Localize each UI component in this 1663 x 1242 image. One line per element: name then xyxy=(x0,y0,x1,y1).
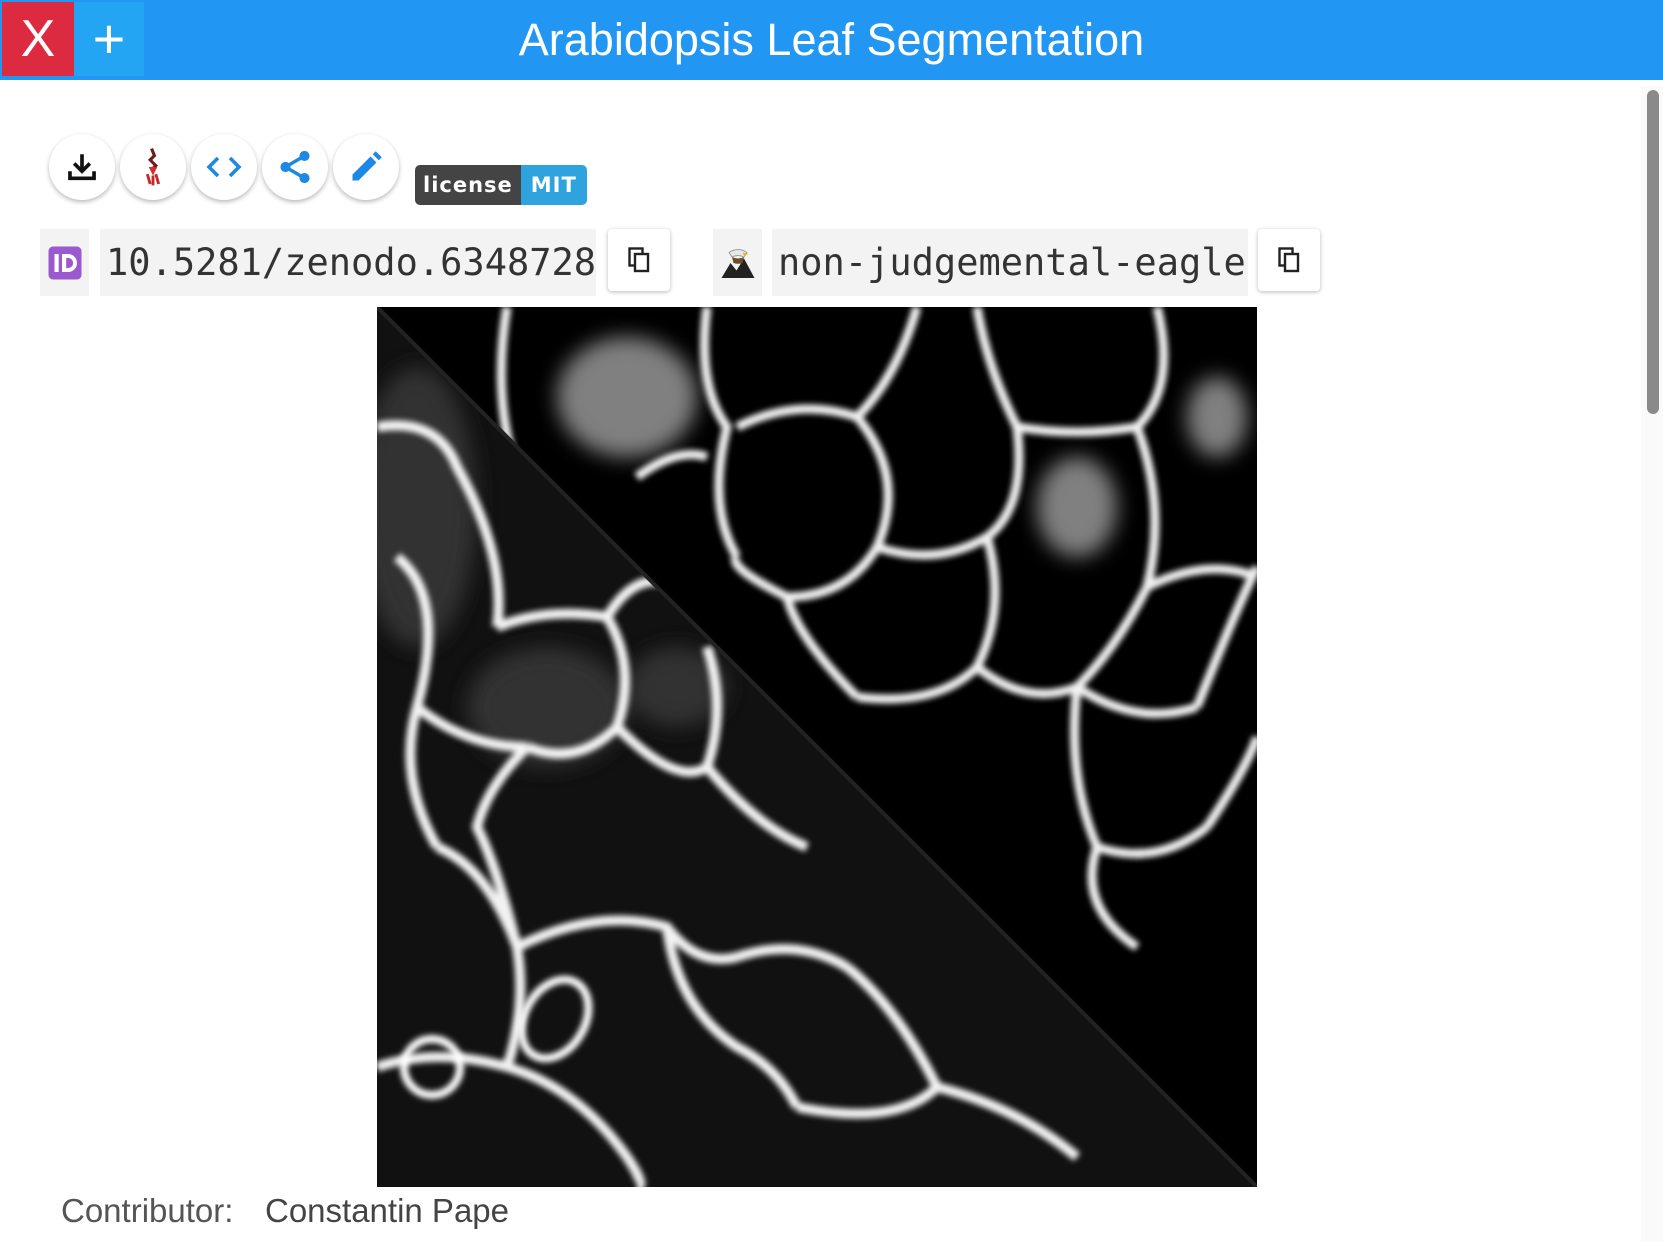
doi-text: 10.5281/zenodo.6348728 xyxy=(100,229,596,296)
copy-doi-button[interactable] xyxy=(608,229,670,291)
window-titlebar: X + Arabidopsis Leaf Segmentation xyxy=(0,0,1663,80)
doi-id-icon-box xyxy=(40,229,89,296)
cover-image[interactable] xyxy=(377,307,1257,1187)
edit-icon xyxy=(352,151,382,181)
copy-icon xyxy=(628,247,650,273)
cover-image-graphic xyxy=(377,307,1257,1187)
contributor-row: Contributor: Constantin Pape xyxy=(61,1192,509,1230)
contributor-label: Contributor: xyxy=(61,1192,234,1229)
share-button[interactable] xyxy=(262,134,328,200)
scrollbar[interactable] xyxy=(1641,86,1663,1242)
download-icon xyxy=(68,154,96,181)
copy-icon xyxy=(1278,247,1300,273)
close-button[interactable]: X xyxy=(2,2,74,76)
download-button[interactable] xyxy=(49,134,115,200)
license-badge-label: license xyxy=(415,165,521,205)
add-button[interactable]: + xyxy=(74,2,144,76)
license-badge[interactable]: license MIT xyxy=(415,165,587,205)
ilastik-icon xyxy=(145,148,161,186)
license-badge-value: MIT xyxy=(520,165,587,205)
code-button[interactable] xyxy=(191,134,257,200)
contributor-value: Constantin Pape xyxy=(265,1192,510,1229)
id-icon xyxy=(48,246,81,279)
window-title: Arabidopsis Leaf Segmentation xyxy=(518,14,1145,65)
scrollbar-thumb[interactable] xyxy=(1647,90,1659,414)
share-icon xyxy=(280,150,310,184)
eagle-icon-box xyxy=(713,229,762,296)
code-icon xyxy=(206,156,242,178)
eagle-icon xyxy=(721,248,754,278)
copy-nickname-button[interactable] xyxy=(1258,229,1320,291)
edit-button[interactable] xyxy=(333,134,399,200)
nickname-text: non-judgemental-eagle xyxy=(772,229,1248,296)
ilastik-button[interactable] xyxy=(120,134,186,200)
